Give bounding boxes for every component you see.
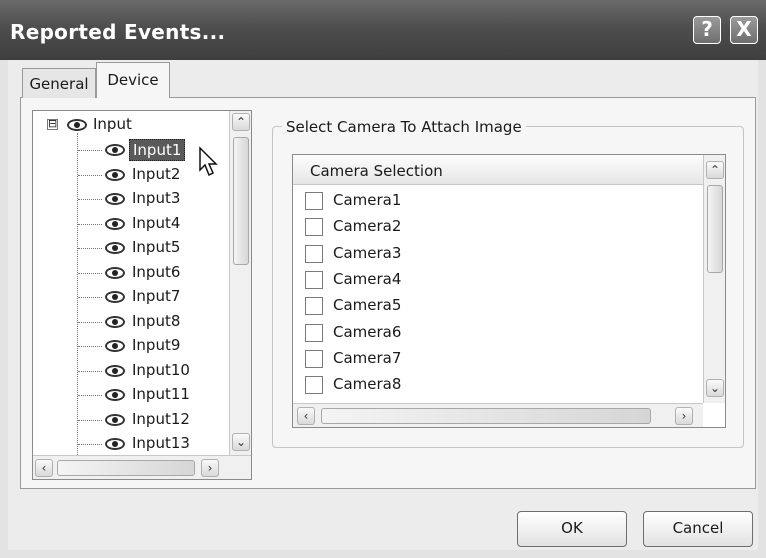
scroll-left-icon[interactable]: ‹: [297, 407, 315, 425]
tree-connector: [78, 370, 102, 372]
eye-icon: [105, 242, 125, 254]
eye-icon: [105, 364, 125, 377]
camera-label: Camera6: [333, 322, 402, 341]
tree-item-input2[interactable]: Input2: [129, 164, 183, 184]
camera-checkbox[interactable]: [305, 270, 323, 289]
eye-icon: [105, 193, 125, 205]
mouse-cursor-icon: [199, 146, 218, 177]
eye-icon: [105, 438, 125, 450]
tree-connector: [78, 444, 102, 445]
scroll-thumb[interactable]: [707, 185, 723, 273]
tree-connector: [78, 150, 102, 151]
eye-icon: [105, 266, 125, 279]
list-item[interactable]: Camera7: [293, 347, 693, 371]
tree-connector: [78, 346, 102, 347]
tree-connector: [78, 248, 102, 249]
collapse-icon[interactable]: ⊟: [47, 118, 58, 130]
eye-icon: [105, 413, 125, 426]
list-item[interactable]: Camera3: [293, 242, 693, 266]
camera-group-label: Select Camera To Attach Image: [282, 118, 526, 136]
camera-checkbox[interactable]: [305, 297, 323, 316]
camera-label: Camera2: [333, 217, 402, 236]
tree-item-input13[interactable]: Input13: [129, 433, 193, 453]
list-item[interactable]: Camera6: [293, 321, 693, 345]
scroll-thumb[interactable]: [321, 408, 651, 424]
scroll-up-icon[interactable]: ⌃: [706, 161, 724, 179]
scroll-down-icon[interactable]: ⌄: [232, 433, 250, 451]
ok-button[interactable]: OK: [517, 511, 627, 547]
camera-checkbox[interactable]: [305, 192, 323, 210]
camera-label: Camera7: [333, 348, 402, 367]
list-item[interactable]: Camera1: [293, 189, 693, 213]
camera-label: Camera5: [333, 296, 402, 315]
camera-checkbox[interactable]: [305, 323, 323, 342]
scroll-right-icon[interactable]: ›: [675, 407, 693, 425]
tab-general[interactable]: General: [22, 68, 96, 98]
camera-label: Camera4: [333, 269, 402, 288]
column-header-label: Camera Selection: [310, 162, 443, 180]
tree-connector: [78, 223, 102, 225]
list-item[interactable]: Camera5: [293, 294, 693, 318]
camera-checkbox[interactable]: [305, 349, 323, 368]
tree-item-input10[interactable]: Input10: [129, 360, 193, 380]
camera-label: Camera1: [333, 191, 402, 209]
tree-item-input3[interactable]: Input3: [129, 188, 183, 208]
camera-list[interactable]: Camera1 Camera2 Camera3 Camera4 Camera5 Camer…: [292, 154, 726, 428]
camera-vertical-scrollbar[interactable]: ⌃ ⌄: [703, 155, 725, 403]
camera-checkbox[interactable]: [305, 244, 323, 263]
camera-label: Camera8: [333, 375, 402, 394]
eye-icon: [105, 217, 125, 230]
tree-connector: [78, 199, 102, 200]
close-button[interactable]: X: [730, 16, 758, 44]
scroll-right-icon[interactable]: ›: [201, 459, 219, 477]
tree-item-input1[interactable]: Input1: [129, 139, 186, 161]
tab-device[interactable]: Device: [96, 62, 170, 98]
tree-root-label[interactable]: Input: [93, 115, 132, 133]
camera-checkbox[interactable]: [305, 376, 323, 395]
camera-checkbox[interactable]: [305, 218, 323, 237]
scroll-thumb[interactable]: [57, 460, 195, 476]
help-button[interactable]: ?: [693, 16, 721, 44]
tree-item-input6[interactable]: Input6: [129, 262, 183, 282]
cancel-button[interactable]: Cancel: [643, 511, 753, 547]
scroll-down-icon[interactable]: ⌄: [706, 379, 724, 397]
eye-icon: [105, 315, 125, 328]
scroll-thumb[interactable]: [233, 137, 249, 265]
eye-icon: [105, 389, 125, 401]
eye-icon: [105, 144, 125, 156]
window-title: Reported Events...: [10, 20, 226, 44]
tree-horizontal-scrollbar[interactable]: ‹ ›: [33, 455, 251, 479]
scroll-left-icon[interactable]: ‹: [35, 459, 53, 477]
list-item[interactable]: Camera2: [293, 215, 693, 239]
tree-connector: [78, 321, 102, 323]
tree-connector: [78, 419, 102, 421]
tree-item-input8[interactable]: Input8: [129, 311, 183, 331]
camera-label: Camera3: [333, 243, 402, 262]
tree-item-input9[interactable]: Input9: [129, 335, 183, 355]
tree-connector: [78, 272, 102, 274]
eye-icon: [67, 119, 87, 131]
tree-item-input12[interactable]: Input12: [129, 409, 193, 429]
scroll-up-icon[interactable]: ⌃: [232, 113, 250, 131]
tree-item-input5[interactable]: Input5: [129, 237, 183, 257]
tree-connector: [77, 133, 78, 463]
tree-item-input11[interactable]: Input11: [129, 384, 193, 404]
list-item[interactable]: Camera8: [293, 373, 693, 397]
tree-vertical-scrollbar[interactable]: ⌃ ⌄: [229, 111, 251, 455]
camera-horizontal-scrollbar[interactable]: ‹ ›: [293, 403, 703, 427]
tree-item-input4[interactable]: Input4: [129, 213, 183, 233]
tree-connector: [78, 395, 102, 396]
eye-icon: [105, 291, 125, 303]
tree-item-input7[interactable]: Input7: [129, 286, 183, 306]
tree-connector: [78, 297, 102, 298]
tree-connector: [78, 174, 102, 176]
eye-icon: [105, 340, 125, 352]
list-item[interactable]: Camera4: [293, 268, 693, 292]
eye-icon: [105, 168, 125, 181]
